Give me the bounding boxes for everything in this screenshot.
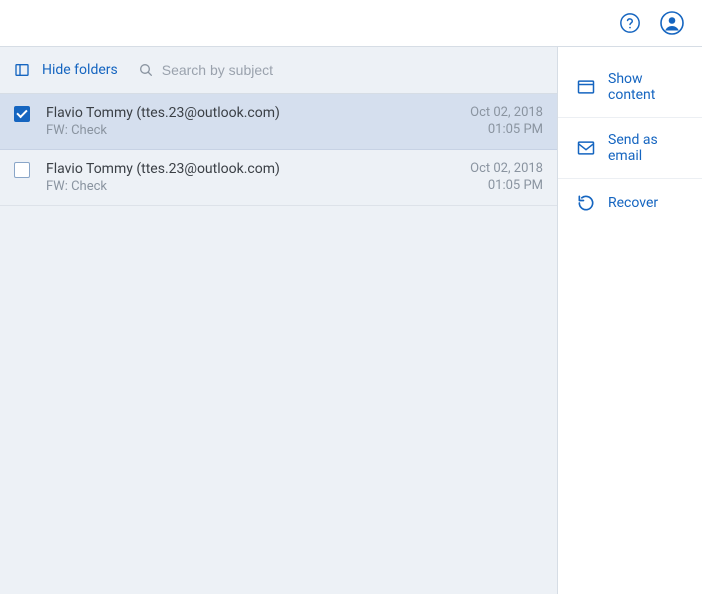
- window-icon: [576, 77, 596, 97]
- row-checkbox[interactable]: [14, 106, 30, 122]
- row-date: Oct 02, 2018: [470, 104, 543, 121]
- show-content-label: Show content: [608, 71, 684, 103]
- show-content-button[interactable]: Show content: [558, 57, 702, 118]
- recover-label: Recover: [608, 195, 658, 211]
- message-list-panel: Hide folders Flavio Tommy: [0, 47, 558, 594]
- recover-button[interactable]: Recover: [558, 179, 702, 227]
- message-row[interactable]: Flavio Tommy (ttes.23@outlook.com) FW: C…: [0, 150, 557, 206]
- row-checkbox[interactable]: [14, 162, 30, 178]
- message-row[interactable]: Flavio Tommy (ttes.23@outlook.com) FW: C…: [0, 94, 557, 150]
- hide-folders-button[interactable]: Hide folders: [14, 62, 118, 78]
- row-subject: FW: Check: [46, 122, 456, 139]
- send-as-email-button[interactable]: Send as email: [558, 118, 702, 179]
- send-as-email-label: Send as email: [608, 132, 684, 164]
- row-meta: Oct 02, 2018 01:05 PM: [470, 160, 543, 194]
- refresh-icon: [576, 193, 596, 213]
- row-from: Flavio Tommy (ttes.23@outlook.com): [46, 160, 456, 178]
- search-container: [138, 62, 362, 78]
- help-icon[interactable]: [618, 11, 642, 35]
- search-icon: [138, 62, 154, 78]
- row-from: Flavio Tommy (ttes.23@outlook.com): [46, 104, 456, 122]
- user-icon[interactable]: [660, 11, 684, 35]
- row-time: 01:05 PM: [470, 121, 543, 138]
- list-toolbar: Hide folders: [0, 47, 557, 94]
- row-date: Oct 02, 2018: [470, 160, 543, 177]
- row-subject: FW: Check: [46, 178, 456, 195]
- action-panel: Show content Send as email: [558, 47, 702, 594]
- topbar: [0, 0, 702, 47]
- row-time: 01:05 PM: [470, 177, 543, 194]
- message-list: Flavio Tommy (ttes.23@outlook.com) FW: C…: [0, 94, 557, 206]
- row-body: Flavio Tommy (ttes.23@outlook.com) FW: C…: [44, 160, 456, 195]
- row-meta: Oct 02, 2018 01:05 PM: [470, 104, 543, 138]
- envelope-icon: [576, 138, 596, 158]
- panel-toggle-icon: [14, 62, 30, 78]
- search-input[interactable]: [162, 62, 362, 78]
- row-body: Flavio Tommy (ttes.23@outlook.com) FW: C…: [44, 104, 456, 139]
- hide-folders-label: Hide folders: [42, 62, 118, 78]
